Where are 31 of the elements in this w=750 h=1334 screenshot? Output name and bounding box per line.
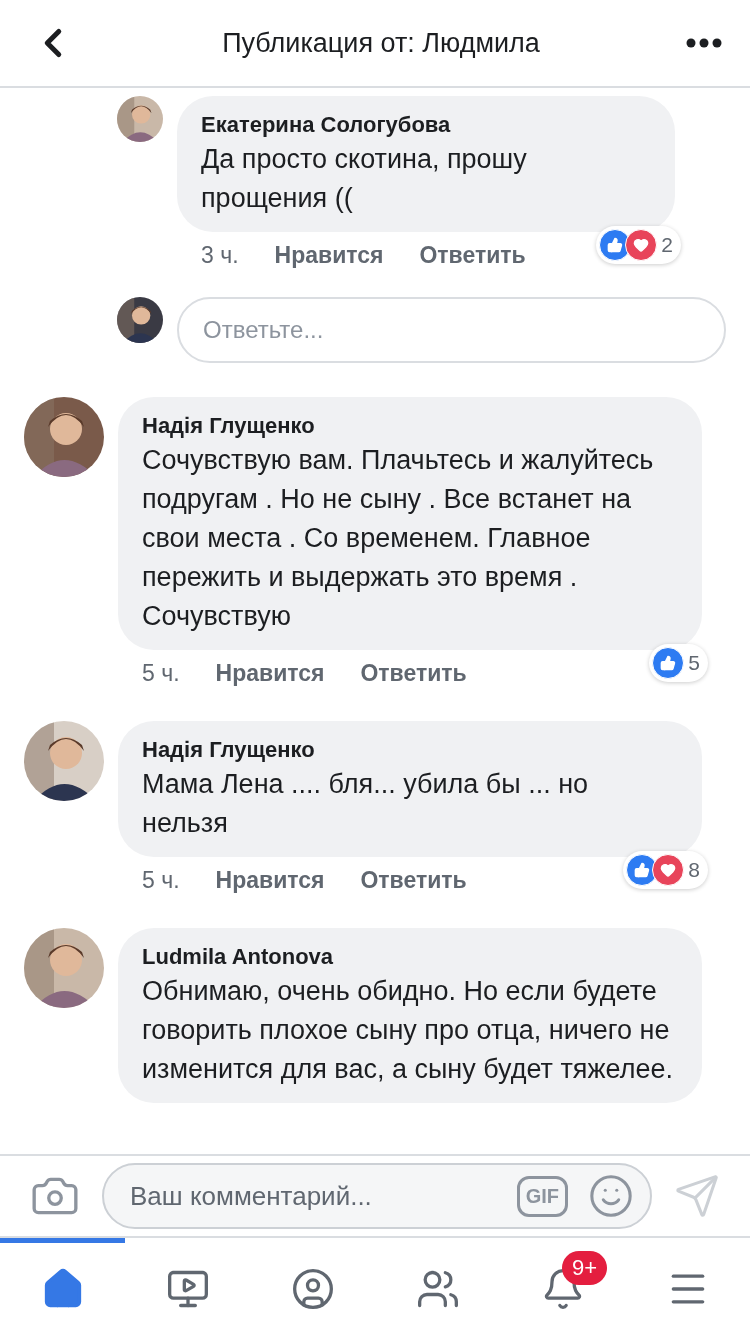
emoji-button[interactable]: [588, 1173, 634, 1219]
profile-icon: [290, 1266, 335, 1311]
reply-link[interactable]: Ответить: [360, 867, 467, 894]
reaction-badge[interactable]: 5: [649, 644, 708, 682]
comment-text: Мама Лена .... бля... убила бы ... но нельзя: [142, 768, 590, 840]
more-icon: [686, 38, 722, 48]
reply-link[interactable]: Ответить: [360, 660, 467, 687]
comment-text: Обнимаю, очень обидно. Но если будете говорить плохое сыну про отца, ничего не изменится для вас, а сыну будет тяжелее.: [142, 975, 674, 1086]
author-name[interactable]: Екатерина Сологубова: [201, 110, 651, 140]
reaction-badge[interactable]: 8: [623, 851, 708, 889]
like-link[interactable]: Нравится: [274, 242, 384, 269]
comment-text: Да просто скотина, прошу прощения ((: [201, 143, 528, 215]
more-button[interactable]: [686, 38, 722, 48]
author-name[interactable]: Ludmila Antonova: [142, 942, 678, 972]
reaction-count: 5: [688, 651, 700, 675]
comment-text: Сочувствую вам. Плачьтесь и жалуйтесь подругам . Но не сыну . Все встанет на свои места . Со временем. Главное пережить и выдержать это время . Сочувствую: [142, 444, 655, 633]
page-title: Публикация от: Людмила: [222, 27, 540, 59]
reaction-count: 2: [661, 233, 673, 257]
comment-time: 3 ч.: [201, 242, 239, 269]
like-link[interactable]: Нравится: [215, 867, 325, 894]
nav-tab[interactable]: 9+: [500, 1238, 625, 1334]
author-name[interactable]: Надія Глущенко: [142, 411, 678, 441]
author-name[interactable]: Надія Глущенко: [142, 735, 678, 765]
reaction-count: 8: [688, 858, 700, 882]
comment-time: 5 ч.: [142, 867, 180, 894]
comment-time: 5 ч.: [142, 660, 180, 687]
notification-badge: 9+: [562, 1251, 608, 1285]
reply-link[interactable]: Ответить: [419, 242, 526, 269]
reply-field[interactable]: Ответьте...: [177, 297, 726, 363]
like-link[interactable]: Нравится: [215, 660, 325, 687]
reaction-badge[interactable]: 2: [596, 226, 681, 264]
